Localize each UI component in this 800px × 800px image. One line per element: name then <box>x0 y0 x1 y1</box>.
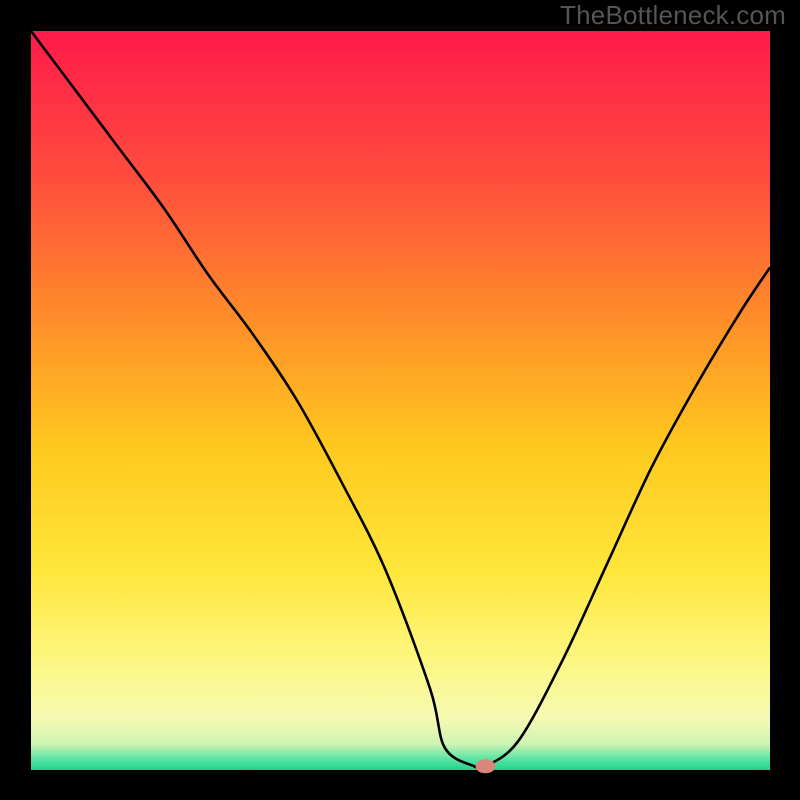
optimal-point-marker <box>475 759 495 773</box>
plot-background <box>31 31 770 770</box>
bottleneck-chart <box>0 0 800 800</box>
watermark-label: TheBottleneck.com <box>560 0 786 31</box>
chart-frame: TheBottleneck.com <box>0 0 800 800</box>
